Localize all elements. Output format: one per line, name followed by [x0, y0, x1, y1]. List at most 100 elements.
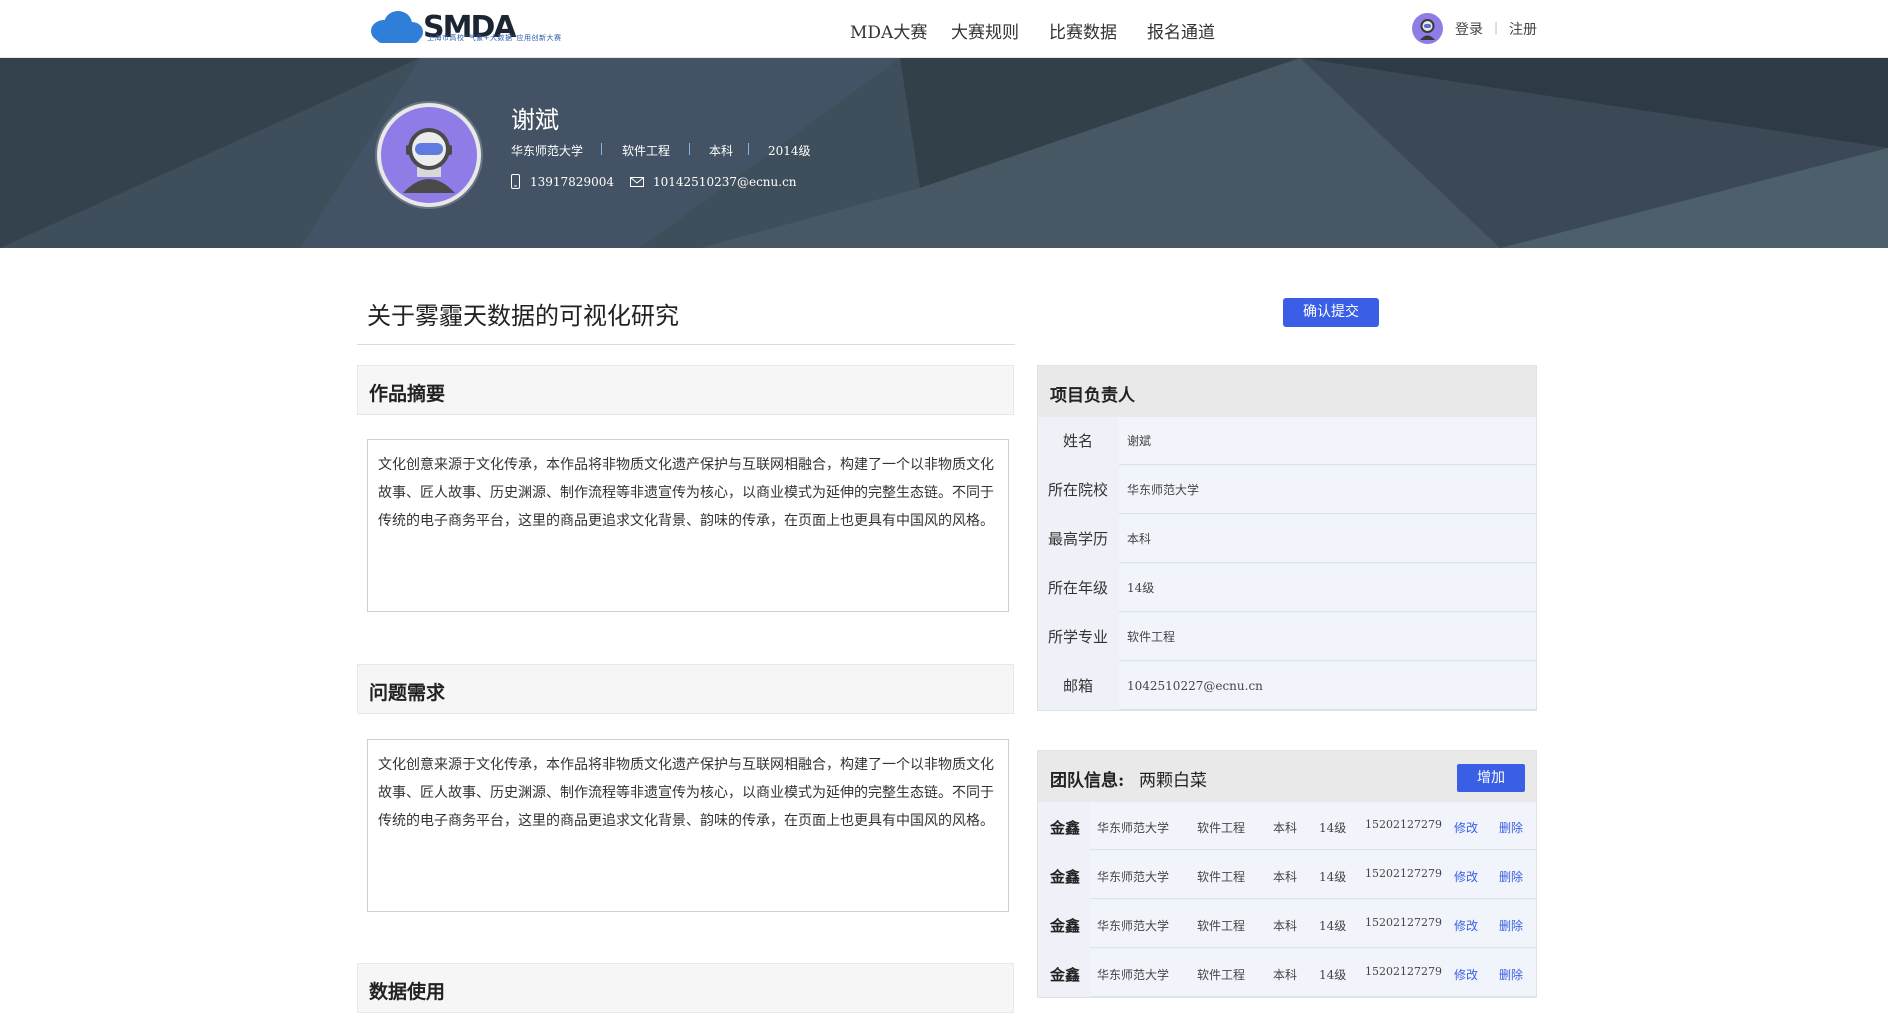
profile-avatar-icon	[377, 103, 481, 207]
member-name: 金鑫	[1050, 917, 1081, 935]
leader-row-major: 所学专业 软件工程	[1038, 613, 1536, 662]
member-degree: 本科	[1273, 821, 1298, 835]
member-school: 华东师范大学	[1097, 870, 1170, 884]
nav-registration[interactable]: 报名通道	[1147, 18, 1215, 43]
member-major: 软件工程	[1197, 968, 1246, 982]
member-grade: 14级	[1319, 870, 1347, 884]
team-member-row: 金鑫 华东师范大学 软件工程 本科 14级 15202127279 修改 删除	[1038, 949, 1536, 998]
register-link[interactable]: 注册	[1509, 19, 1537, 39]
leader-row-grade: 所在年级 14级	[1038, 564, 1536, 613]
project-leader-panel: 项目负责人 姓名 谢斌 所在院校 华东师范大学 最高学历 本科 所在年级 14级…	[1037, 365, 1537, 711]
edit-member-link[interactable]: 修改	[1454, 917, 1478, 934]
field-label: 所在院校	[1047, 481, 1108, 499]
member-degree: 本科	[1273, 870, 1298, 884]
user-avatar-icon[interactable]	[1412, 13, 1443, 44]
meta-divider	[601, 143, 602, 155]
field-label: 所学专业	[1047, 628, 1108, 646]
nav-contest-rules[interactable]: 大赛规则	[951, 18, 1019, 43]
profile-phone: 13917829004	[530, 175, 614, 189]
member-phone: 15202127279	[1365, 818, 1442, 831]
leader-panel-header: 项目负责人	[1038, 366, 1536, 417]
member-school: 华东师范大学	[1097, 821, 1170, 835]
field-label: 最高学历	[1047, 530, 1108, 548]
member-name: 金鑫	[1050, 868, 1081, 886]
confirm-submit-button[interactable]: 确认提交	[1283, 298, 1379, 327]
field-value: 1042510227@ecnu.cn	[1119, 662, 1536, 710]
meta-divider	[748, 143, 749, 155]
requirements-textarea[interactable]: 文化创意来源于文化传承，本作品将非物质文化遗产保护与互联网相融合，构建了一个以非…	[367, 739, 1009, 912]
team-member-row: 金鑫 华东师范大学 软件工程 本科 14级 15202127279 修改 删除	[1038, 851, 1536, 900]
member-degree: 本科	[1273, 968, 1298, 982]
field-value: 软件工程	[1119, 613, 1536, 661]
member-name: 金鑫	[1050, 819, 1081, 837]
profile-grade: 2014级	[768, 144, 811, 158]
auth-separator: |	[1494, 20, 1499, 34]
delete-member-link[interactable]: 删除	[1499, 868, 1523, 885]
member-major: 软件工程	[1197, 919, 1246, 933]
member-grade: 14级	[1319, 968, 1347, 982]
field-label: 所在年级	[1047, 579, 1108, 597]
requirements-text: 文化创意来源于文化传承，本作品将非物质文化遗产保护与互联网相融合，构建了一个以非…	[378, 757, 994, 829]
section-header-data-usage: 数据使用	[357, 963, 1014, 1013]
project-title: 关于雾霾天数据的可视化研究	[367, 302, 679, 330]
section-header-abstract: 作品摘要	[357, 365, 1014, 415]
add-member-button[interactable]: 增加	[1457, 764, 1525, 792]
member-major: 软件工程	[1197, 821, 1246, 835]
login-link[interactable]: 登录	[1455, 19, 1483, 39]
field-label: 姓名	[1062, 432, 1093, 450]
top-navbar: SMDA 上海市高校“气象+大数据”应用创新大赛 MDA大赛 大赛规则 比赛数据…	[0, 0, 1888, 58]
field-value: 谢斌	[1119, 417, 1536, 465]
team-label: 团队信息:	[1050, 771, 1125, 791]
abstract-textarea[interactable]: 文化创意来源于文化传承，本作品将非物质文化遗产保护与互联网相融合，构建了一个以非…	[367, 439, 1009, 612]
abstract-text: 文化创意来源于文化传承，本作品将非物质文化遗产保护与互联网相融合，构建了一个以非…	[378, 457, 994, 529]
delete-member-link[interactable]: 删除	[1499, 819, 1523, 836]
leader-row-school: 所在院校 华东师范大学	[1038, 466, 1536, 515]
member-name: 金鑫	[1050, 966, 1081, 984]
section-title: 作品摘要	[369, 383, 446, 405]
member-phone: 15202127279	[1365, 867, 1442, 880]
team-member-row: 金鑫 华东师范大学 软件工程 本科 14级 15202127279 修改 删除	[1038, 900, 1536, 949]
leader-row-degree: 最高学历 本科	[1038, 515, 1536, 564]
member-degree: 本科	[1273, 919, 1298, 933]
leader-row-name: 姓名 谢斌	[1038, 417, 1536, 466]
section-header-requirements: 问题需求	[357, 664, 1014, 714]
team-name: 两颗白菜	[1139, 771, 1207, 791]
member-grade: 14级	[1319, 821, 1347, 835]
nav-mda-contest[interactable]: MDA大赛	[850, 18, 927, 43]
delete-member-link[interactable]: 删除	[1499, 966, 1523, 983]
section-title: 数据使用	[369, 981, 446, 1003]
profile-school: 华东师范大学	[511, 144, 584, 158]
profile-email: 10142510237@ecnu.cn	[653, 175, 797, 189]
delete-member-link[interactable]: 删除	[1499, 917, 1523, 934]
profile-name: 谢斌	[511, 106, 559, 134]
member-school: 华东师范大学	[1097, 919, 1170, 933]
member-phone: 15202127279	[1365, 965, 1442, 978]
team-panel-header: 团队信息: 两颗白菜 增加	[1038, 751, 1536, 802]
team-info-panel: 团队信息: 两颗白菜 增加 金鑫 华东师范大学 软件工程 本科 14级 1520…	[1037, 750, 1537, 998]
envelope-icon	[630, 177, 644, 187]
leader-row-email: 邮箱 1042510227@ecnu.cn	[1038, 662, 1536, 711]
phone-icon	[511, 174, 520, 189]
member-major: 软件工程	[1197, 870, 1246, 884]
member-phone: 15202127279	[1365, 916, 1442, 929]
meta-divider	[689, 143, 690, 155]
edit-member-link[interactable]: 修改	[1454, 868, 1478, 885]
banner-background	[0, 58, 1888, 248]
leader-panel-title: 项目负责人	[1050, 386, 1135, 406]
team-member-row: 金鑫 华东师范大学 软件工程 本科 14级 15202127279 修改 删除	[1038, 802, 1536, 851]
profile-major: 软件工程	[622, 144, 671, 158]
edit-member-link[interactable]: 修改	[1454, 819, 1478, 836]
field-label: 邮箱	[1062, 677, 1093, 695]
profile-banner	[0, 58, 1888, 248]
section-title: 问题需求	[369, 682, 446, 704]
profile-degree: 本科	[709, 144, 734, 158]
member-school: 华东师范大学	[1097, 968, 1170, 982]
field-value: 本科	[1119, 515, 1536, 563]
nav-contest-data[interactable]: 比赛数据	[1049, 18, 1117, 43]
member-grade: 14级	[1319, 919, 1347, 933]
edit-member-link[interactable]: 修改	[1454, 966, 1478, 983]
field-value: 14级	[1119, 564, 1536, 612]
field-value: 华东师范大学	[1119, 466, 1536, 514]
title-divider	[357, 344, 1015, 345]
logo-subtitle: 上海市高校“气象+大数据”应用创新大赛	[427, 34, 562, 42]
